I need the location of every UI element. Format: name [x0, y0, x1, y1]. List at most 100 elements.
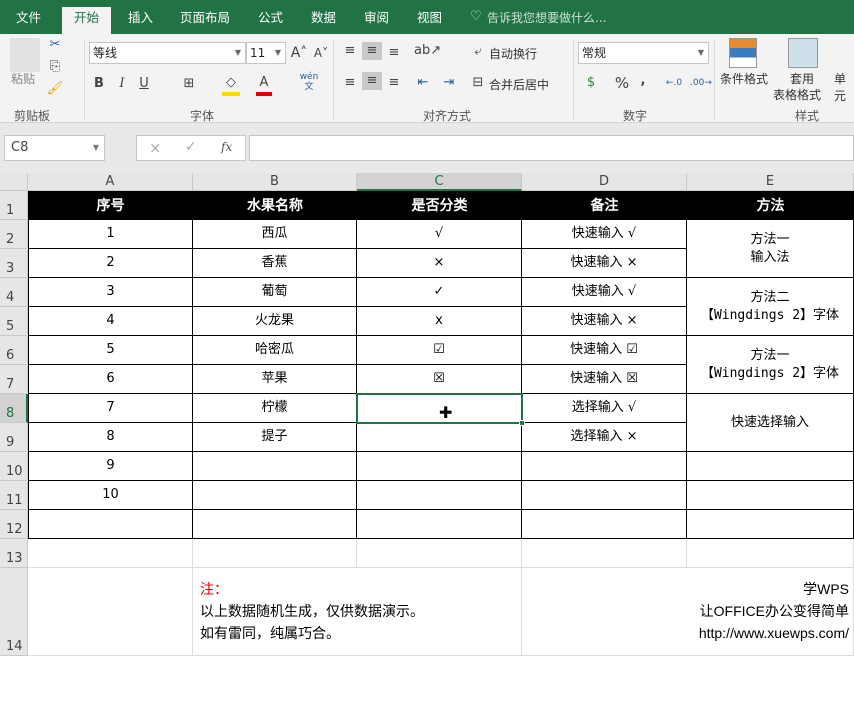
number-format-select[interactable]: 常规 ▼: [578, 42, 709, 64]
cell-a4[interactable]: 3: [28, 278, 193, 307]
cell-b4[interactable]: 葡萄: [193, 278, 357, 307]
comma-button[interactable]: ,: [638, 72, 648, 90]
paste-button[interactable]: 粘贴: [11, 70, 35, 87]
cell-c3[interactable]: ×: [357, 249, 522, 278]
method-cell-1[interactable]: 方法一 输入法: [687, 220, 854, 278]
cell-b9[interactable]: 提子: [193, 423, 357, 452]
format-as-table-button-line1[interactable]: 套用: [790, 70, 814, 87]
cell-d12[interactable]: [522, 510, 687, 539]
orientation-icon[interactable]: ab↗: [414, 42, 441, 60]
column-header-c[interactable]: C: [357, 173, 522, 191]
cell-d4[interactable]: 快速输入 √: [522, 278, 687, 307]
cell-e12[interactable]: [687, 510, 854, 539]
wrap-text-button[interactable]: 自动换行: [489, 45, 537, 62]
tab-file[interactable]: 文件: [16, 8, 41, 34]
cell-a10[interactable]: 9: [28, 452, 193, 481]
cell-d8[interactable]: 选择输入 √: [522, 394, 687, 423]
row-header-5[interactable]: 5: [0, 307, 28, 336]
header-cell-note[interactable]: 备注: [522, 191, 687, 220]
enter-icon[interactable]: ✓: [185, 139, 197, 155]
credits-cell[interactable]: 学WPS 让OFFICE办公变得简单 http://www.xuewps.com…: [522, 568, 854, 656]
cell-c5[interactable]: x: [357, 307, 522, 336]
cell-c10[interactable]: [357, 452, 522, 481]
header-cell-fruit[interactable]: 水果名称: [193, 191, 357, 220]
row-header-6[interactable]: 6: [0, 336, 28, 365]
cell-c13[interactable]: [357, 539, 522, 568]
wrap-text-icon[interactable]: ⤶: [470, 43, 486, 61]
align-middle-icon[interactable]: ≡: [362, 42, 382, 60]
cell-a13[interactable]: [28, 539, 193, 568]
accounting-format-icon[interactable]: $: [580, 74, 602, 92]
method-cell-3[interactable]: 方法一 【Wingdings 2】字体: [687, 336, 854, 394]
increase-indent-icon[interactable]: ⇥: [440, 74, 458, 92]
cell-d7[interactable]: 快速输入 ☒: [522, 365, 687, 394]
cell-b7[interactable]: 苹果: [193, 365, 357, 394]
cell-a9[interactable]: 8: [28, 423, 193, 452]
row-header-10[interactable]: 10: [0, 452, 28, 481]
name-box[interactable]: C8 ▼: [4, 135, 105, 161]
row-header-14[interactable]: 14: [0, 568, 28, 656]
italic-button[interactable]: I: [115, 75, 129, 93]
cell-a11[interactable]: 10: [28, 481, 193, 510]
cell-d5[interactable]: 快速输入 ×: [522, 307, 687, 336]
bold-button[interactable]: B: [92, 75, 106, 93]
paste-icon[interactable]: [10, 38, 40, 72]
increase-decimal-icon[interactable]: ←.0: [665, 74, 683, 92]
cell-b5[interactable]: 火龙果: [193, 307, 357, 336]
cell-e11[interactable]: [687, 481, 854, 510]
increase-font-icon[interactable]: A˄: [290, 44, 308, 62]
align-center-icon[interactable]: ≡: [362, 72, 382, 90]
cell-a2[interactable]: 1: [28, 220, 193, 249]
cell-styles-button[interactable]: 单元: [834, 70, 854, 104]
format-as-table-button-line2[interactable]: 表格格式: [773, 86, 821, 103]
cell-a6[interactable]: 5: [28, 336, 193, 365]
tab-review[interactable]: 审阅: [364, 8, 389, 34]
fill-handle[interactable]: [519, 420, 525, 426]
cell-d3[interactable]: 快速输入 ×: [522, 249, 687, 278]
format-as-table-icon[interactable]: [788, 38, 818, 68]
notes-cell[interactable]: 注： 以上数据随机生成，仅供数据演示。 如有雷同，纯属巧合。: [193, 568, 522, 656]
row-header-11[interactable]: 11: [0, 481, 28, 510]
row-header-9[interactable]: 9: [0, 423, 28, 452]
cell-d6[interactable]: 快速输入 ☑: [522, 336, 687, 365]
cell-b3[interactable]: 香蕉: [193, 249, 357, 278]
column-header-e[interactable]: E: [687, 173, 854, 191]
column-header-a[interactable]: A: [28, 173, 193, 191]
cell-d13[interactable]: [522, 539, 687, 568]
decrease-font-icon[interactable]: A˅: [312, 44, 330, 62]
cell-a7[interactable]: 6: [28, 365, 193, 394]
conditional-formatting-button[interactable]: 条件格式: [720, 70, 768, 87]
phonetic-icon[interactable]: wén 文: [298, 72, 320, 92]
tab-insert[interactable]: 插入: [128, 8, 153, 34]
formula-input[interactable]: [249, 135, 854, 161]
tell-me-search[interactable]: 告诉我您想要做什么...: [487, 8, 606, 28]
align-top-icon[interactable]: ≡: [342, 42, 358, 60]
header-cell-method[interactable]: 方法: [687, 191, 854, 220]
row-header-7[interactable]: 7: [0, 365, 28, 394]
method-cell-4[interactable]: 快速选择输入: [687, 394, 854, 452]
row-header-4[interactable]: 4: [0, 278, 28, 307]
cell-b8[interactable]: 柠檬: [193, 394, 357, 423]
credits-url[interactable]: http://www.xuewps.com/: [699, 622, 849, 644]
copy-icon[interactable]: ⎘: [46, 58, 64, 76]
cell-c6[interactable]: ☑: [357, 336, 522, 365]
method-cell-2[interactable]: 方法二 【Wingdings 2】字体: [687, 278, 854, 336]
insert-function-icon[interactable]: fx: [221, 140, 232, 154]
borders-icon[interactable]: ⊞: [180, 75, 198, 93]
row-header-12[interactable]: 12: [0, 510, 28, 539]
select-all-corner[interactable]: [0, 173, 28, 191]
percent-button[interactable]: %: [614, 74, 630, 92]
align-left-icon[interactable]: ≡: [342, 74, 358, 92]
merge-center-button[interactable]: 合并后居中: [489, 76, 549, 93]
header-cell-classified[interactable]: 是否分类: [357, 191, 522, 220]
row-header-13[interactable]: 13: [0, 539, 28, 568]
cell-a12[interactable]: [28, 510, 193, 539]
cell-c12[interactable]: [357, 510, 522, 539]
align-right-icon[interactable]: ≡: [386, 74, 402, 92]
cell-a5[interactable]: 4: [28, 307, 193, 336]
column-header-b[interactable]: B: [193, 173, 357, 191]
font-color-icon[interactable]: A: [256, 74, 272, 96]
cell-c7[interactable]: ☒: [357, 365, 522, 394]
merge-center-icon[interactable]: ⊟: [470, 74, 486, 92]
header-cell-no[interactable]: 序号: [28, 191, 193, 220]
